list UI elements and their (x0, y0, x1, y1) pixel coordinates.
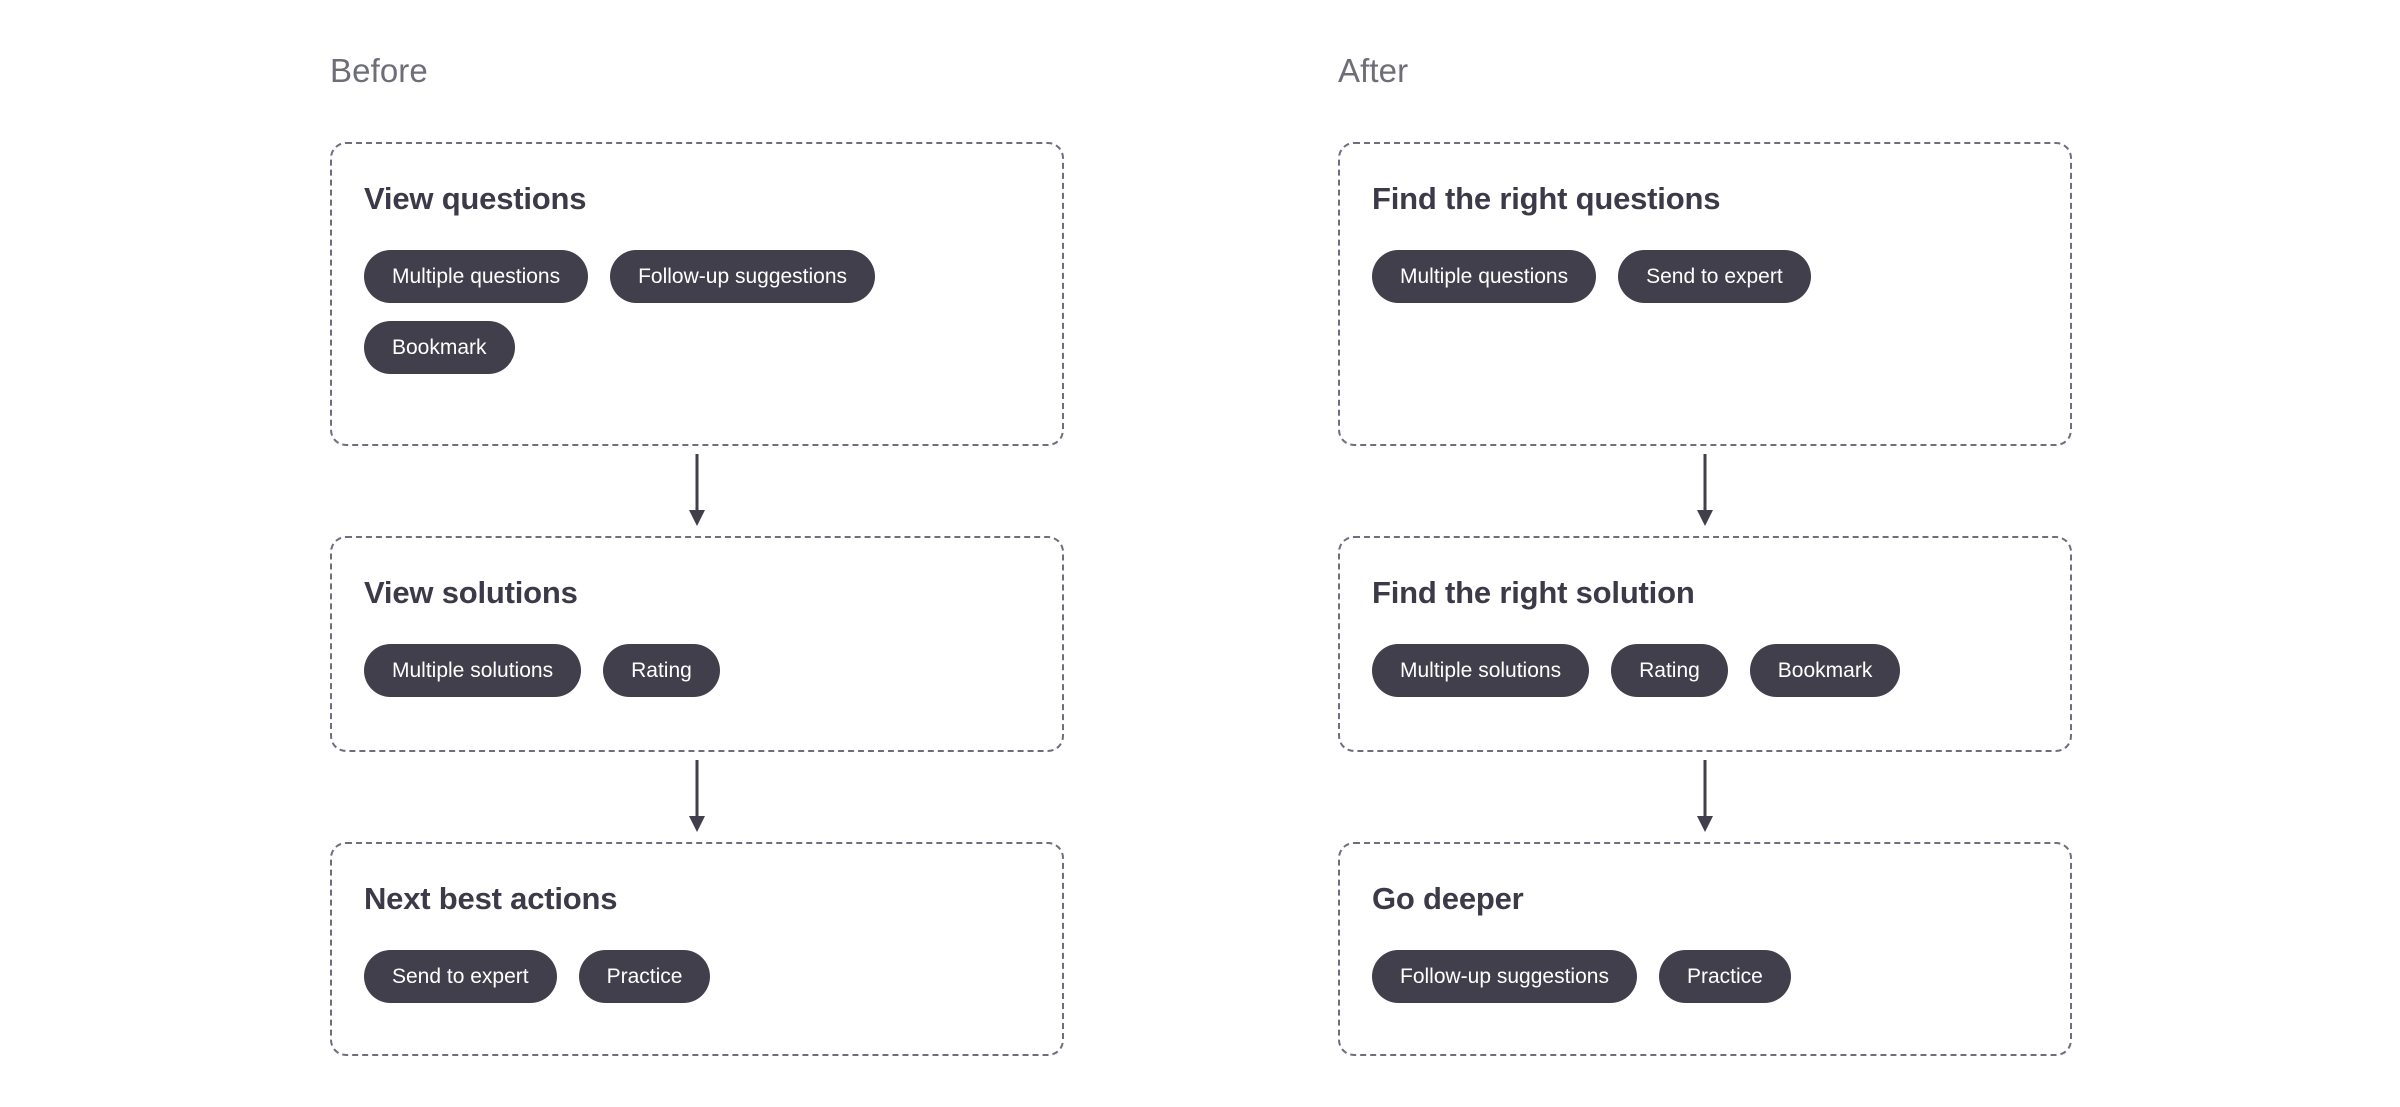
pill-send-to-expert[interactable]: Send to expert (1618, 250, 1811, 303)
pill-practice[interactable]: Practice (578, 950, 711, 1003)
stage-box-after-1: Find the right questions Multiple questi… (1338, 142, 2072, 446)
column-before: Before View questions Multiple questions… (330, 52, 1064, 1056)
pill-bookmark[interactable]: Bookmark (1749, 644, 1901, 697)
connector-before-1 (330, 446, 1064, 536)
pill-row: Multiple questions Send to expert (1372, 250, 2038, 303)
arrow-down-icon (1695, 760, 1715, 834)
pill-multiple-solutions[interactable]: Multiple solutions (364, 644, 582, 697)
connector-after-2 (1338, 752, 2072, 842)
diagram-canvas: Before View questions Multiple questions… (0, 0, 2400, 1107)
pill-rating[interactable]: Rating (603, 644, 720, 697)
pill-follow-up-suggestions[interactable]: Follow-up suggestions (610, 250, 876, 303)
pill-row: Multiple solutions Rating (364, 644, 1030, 697)
pill-follow-up-suggestions[interactable]: Follow-up suggestions (1372, 950, 1637, 1003)
pill-row: Send to expert Practice (364, 950, 1030, 1003)
pill-practice[interactable]: Practice (1658, 950, 1791, 1003)
pill-row: Multiple questions Follow-up suggestions… (364, 250, 1030, 374)
stage-box-before-1: View questions Multiple questions Follow… (330, 142, 1064, 446)
column-after: After Find the right questions Multiple … (1338, 52, 2072, 1056)
stage-title: Find the right questions (1372, 181, 1721, 216)
stage-box-before-3: Next best actions Send to expert Practic… (330, 842, 1064, 1056)
stage-title: View questions (364, 181, 587, 216)
pill-row: Follow-up suggestions Practice (1372, 950, 2038, 1003)
stage-title: Go deeper (1372, 881, 1524, 916)
pill-row: Multiple solutions Rating Bookmark (1372, 644, 2038, 697)
pill-multiple-solutions[interactable]: Multiple solutions (1372, 644, 1590, 697)
column-label-before: Before (330, 52, 428, 89)
connector-after-1 (1338, 446, 2072, 536)
arrow-down-icon (687, 454, 707, 528)
column-label-after: After (1338, 52, 1409, 89)
comparison-columns: Before View questions Multiple questions… (0, 0, 2400, 1056)
arrow-down-icon (1695, 454, 1715, 528)
stage-box-after-2: Find the right solution Multiple solutio… (1338, 536, 2072, 752)
pill-multiple-questions[interactable]: Multiple questions (1372, 250, 1597, 303)
stage-title: View solutions (364, 575, 578, 610)
stage-title: Next best actions (364, 881, 618, 916)
arrow-down-icon (687, 760, 707, 834)
pill-send-to-expert[interactable]: Send to expert (364, 950, 557, 1003)
connector-before-2 (330, 752, 1064, 842)
stage-box-after-3: Go deeper Follow-up suggestions Practice (1338, 842, 2072, 1056)
pill-multiple-questions[interactable]: Multiple questions (364, 250, 589, 303)
pill-bookmark[interactable]: Bookmark (364, 321, 515, 374)
pill-rating[interactable]: Rating (1611, 644, 1728, 697)
stage-title: Find the right solution (1372, 575, 1695, 610)
stage-box-before-2: View solutions Multiple solutions Rating (330, 536, 1064, 752)
